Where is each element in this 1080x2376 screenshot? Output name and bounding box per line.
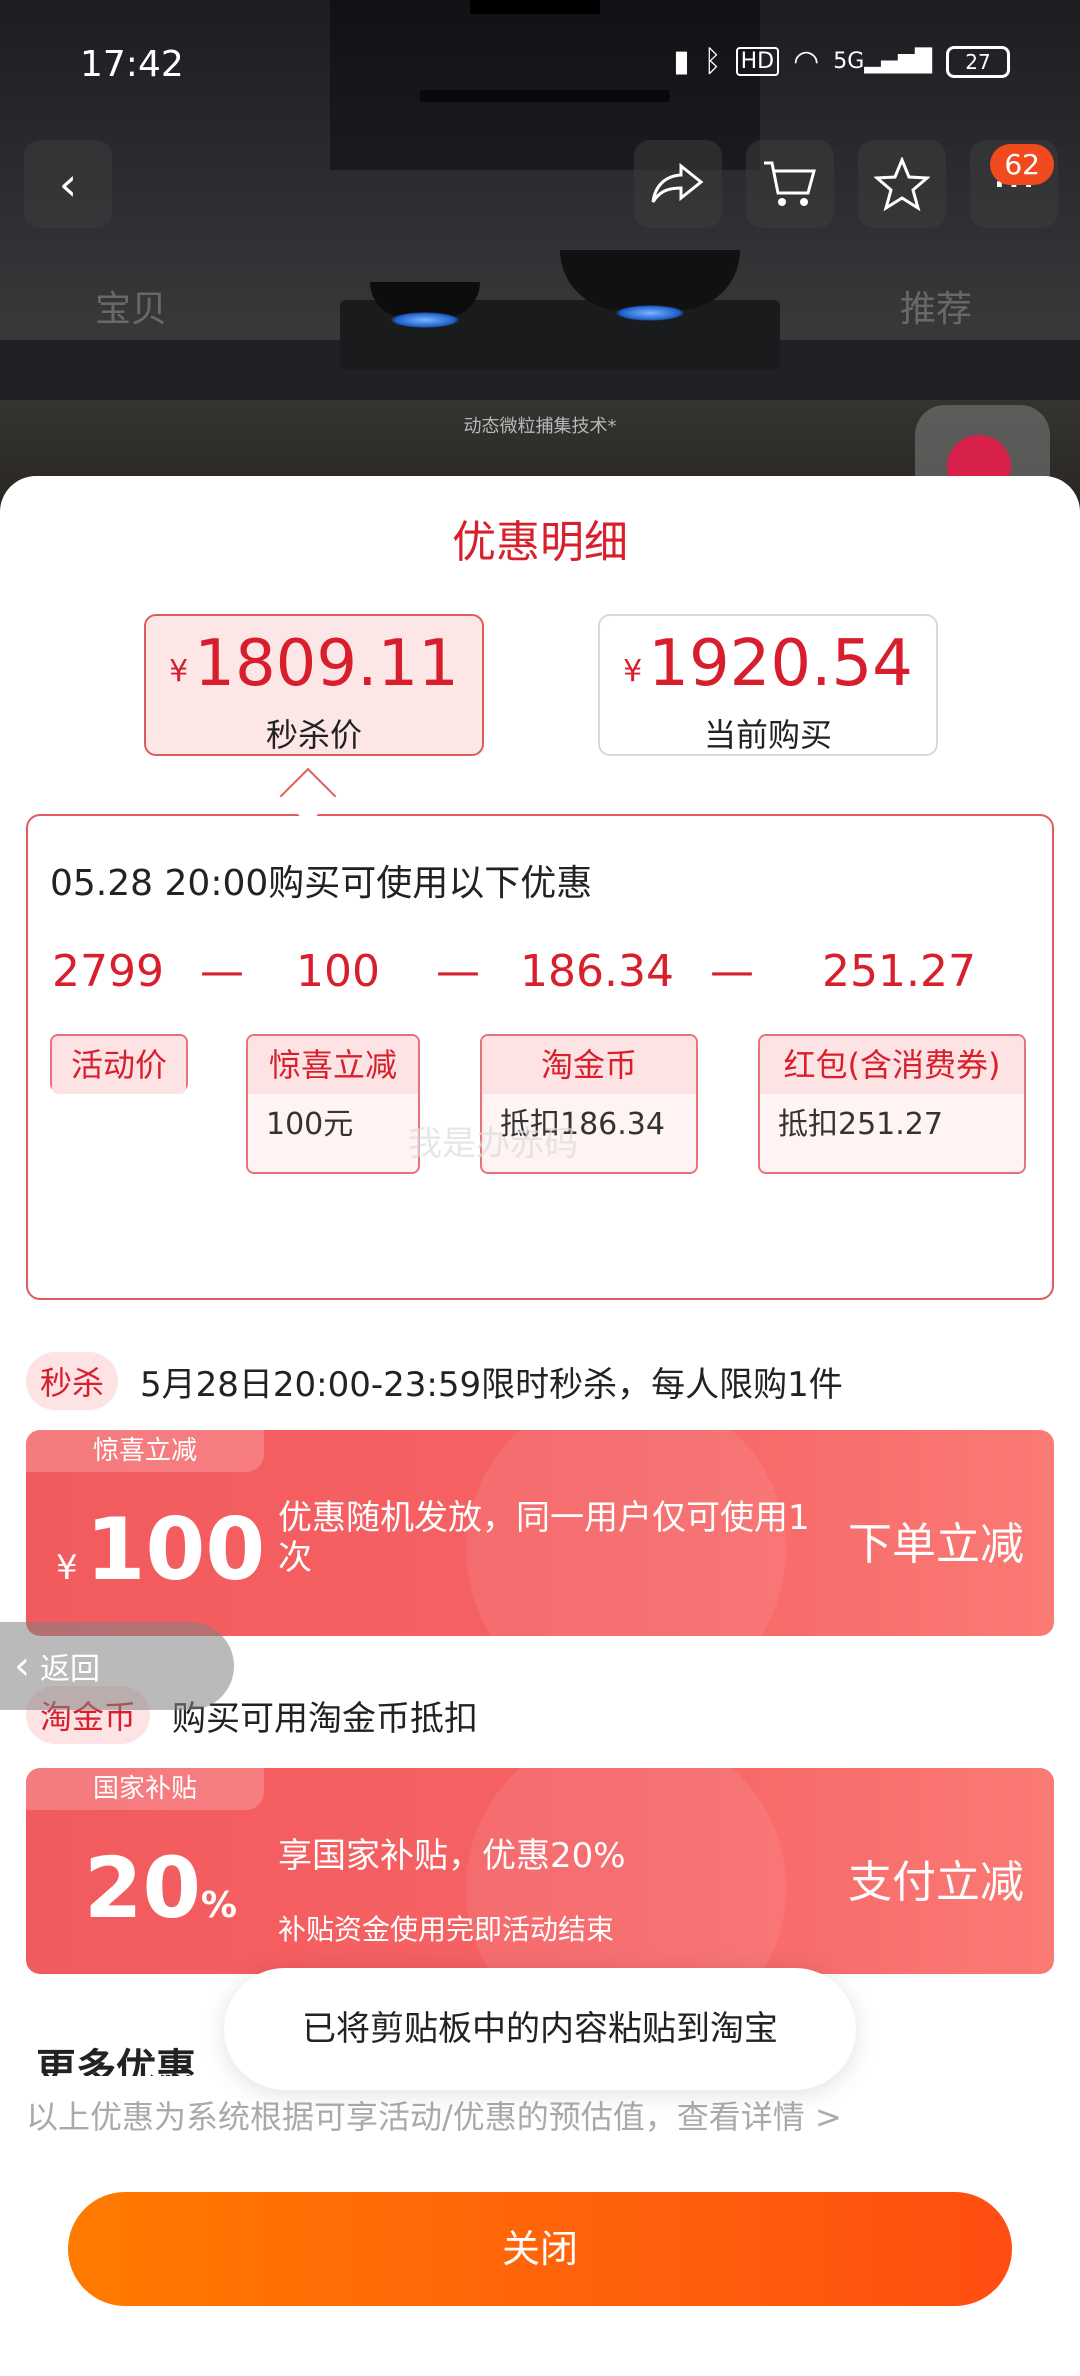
calc-minus: —: [200, 946, 244, 997]
coupon-amount: ¥100: [56, 1500, 265, 1618]
tag-sub: 100元: [266, 1107, 354, 1142]
back-label: 返回: [40, 1652, 100, 1687]
clipboard-toast: 已将剪贴板中的内容粘贴到淘宝: [224, 1968, 856, 2090]
tab-recommend[interactable]: 推荐: [900, 280, 972, 332]
back-icon[interactable]: ‹: [24, 140, 112, 228]
percent-sign: %: [200, 1885, 237, 1926]
calc-value: 251.27: [822, 946, 976, 997]
flash-sale-info: 秒杀 5月28日20:00-23:59限时秒杀，每人限购1件: [26, 1352, 843, 1410]
bluetooth-icon: ᛒ: [703, 44, 722, 79]
sheet-title: 优惠明细: [452, 517, 628, 568]
coupon-tag: 国家补贴: [26, 1768, 264, 1810]
footnote-link[interactable]: 以上优惠为系统根据可享活动/优惠的预估值，查看详情 >: [26, 2092, 842, 2138]
flash-sale-text: 5月28日20:00-23:59限时秒杀，每人限购1件: [140, 1364, 843, 1405]
tag-title: 活动价: [52, 1036, 186, 1094]
tag-surprise-discount: 惊喜立减 100元: [246, 1034, 420, 1174]
calc-minus: —: [710, 946, 754, 997]
coupon-action: 下单立减: [848, 1519, 1024, 1570]
coupon-description: 优惠随机发放，同一用户仅可使用1次: [278, 1498, 810, 1578]
tag-sub: 抵扣251.27: [778, 1107, 943, 1142]
coupon-tag: 惊喜立减: [26, 1430, 264, 1472]
status-bar: 17:42 ▮ ᛒ HD ◠ 5G▂▄▆█ 27: [0, 0, 1080, 130]
calc-value: 100: [296, 946, 380, 997]
tab-item[interactable]: 宝贝: [95, 280, 167, 332]
tag-red-envelope: 红包(含消费券) 抵扣251.27: [758, 1034, 1026, 1174]
price-option-current[interactable]: ¥1920.54 当前购买: [598, 614, 938, 756]
currency-symbol: ¥: [169, 654, 189, 689]
back-float-button[interactable]: ‹ 返回: [0, 1622, 234, 1710]
calc-value: 2799: [52, 946, 164, 997]
battery-icon: 27: [946, 45, 1010, 78]
network-type: 5G: [833, 49, 865, 74]
coupon-value: 100: [85, 1500, 266, 1600]
price-label: 当前购买: [703, 716, 832, 754]
flash-sale-pill: 秒杀: [26, 1352, 119, 1410]
price-amount: 1920.54: [648, 627, 913, 701]
calc-minus: —: [436, 946, 480, 997]
watermark-text: 我是办赤码: [408, 1124, 578, 1164]
calc-value: 186.34: [520, 946, 674, 997]
chevron-left-icon: ‹: [14, 1643, 30, 1689]
coupon-description: 享国家补贴，优惠20%: [278, 1836, 626, 1876]
close-button[interactable]: 关闭: [68, 2192, 1012, 2306]
signal-icon: 5G▂▄▆█: [833, 49, 932, 74]
percent-value: 20: [84, 1839, 201, 1937]
discount-breakdown-card: 05.28 20:00购买可使用以下优惠 2799 — 100 — 186.34…: [26, 814, 1054, 1300]
price-option-flash[interactable]: ¥1809.11 秒杀价: [144, 614, 484, 756]
status-time: 17:42: [80, 44, 184, 85]
surprise-discount-coupon[interactable]: 惊喜立减 ¥100 优惠随机发放，同一用户仅可使用1次 下单立减: [26, 1430, 1054, 1636]
price-label: 秒杀价: [265, 716, 362, 754]
more-offers-title: 更多优惠: [36, 2046, 196, 2076]
tag-title: 惊喜立减: [248, 1036, 418, 1094]
currency-symbol: ¥: [56, 1548, 78, 1588]
coupon-percent: 20%: [84, 1838, 237, 1956]
vibrate-icon: ▮: [673, 44, 690, 79]
national-subsidy-coupon[interactable]: 国家补贴 20% 享国家补贴，优惠20% 补贴资金使用完即活动结束 支付立减: [26, 1768, 1054, 1974]
tag-title: 淘金币: [482, 1036, 696, 1094]
currency-symbol: ¥: [623, 654, 643, 689]
cart-icon[interactable]: [746, 140, 834, 228]
tag-title: 红包(含消费券): [760, 1036, 1024, 1094]
coupon-subtext: 补贴资金使用完即活动结束: [278, 1913, 615, 1946]
tag-activity-price: 活动价: [50, 1034, 188, 1094]
discount-detail-sheet: 优惠明细 ¥1809.11 秒杀价 ¥1920.54 当前购买 05.28 20…: [0, 476, 1080, 2376]
share-icon[interactable]: [634, 140, 722, 228]
coupon-action: 支付立减: [848, 1857, 1024, 1908]
calc-row: 2799 — 100 — 186.34 — 251.27: [28, 946, 1056, 1006]
hd-icon: HD: [735, 47, 780, 76]
price-amount: 1809.11: [194, 627, 459, 701]
favorite-star-icon[interactable]: [858, 140, 946, 228]
notification-badge: 62: [990, 144, 1054, 185]
breakdown-heading: 05.28 20:00购买可使用以下优惠: [50, 863, 593, 904]
wifi-icon: ◠: [793, 44, 820, 79]
